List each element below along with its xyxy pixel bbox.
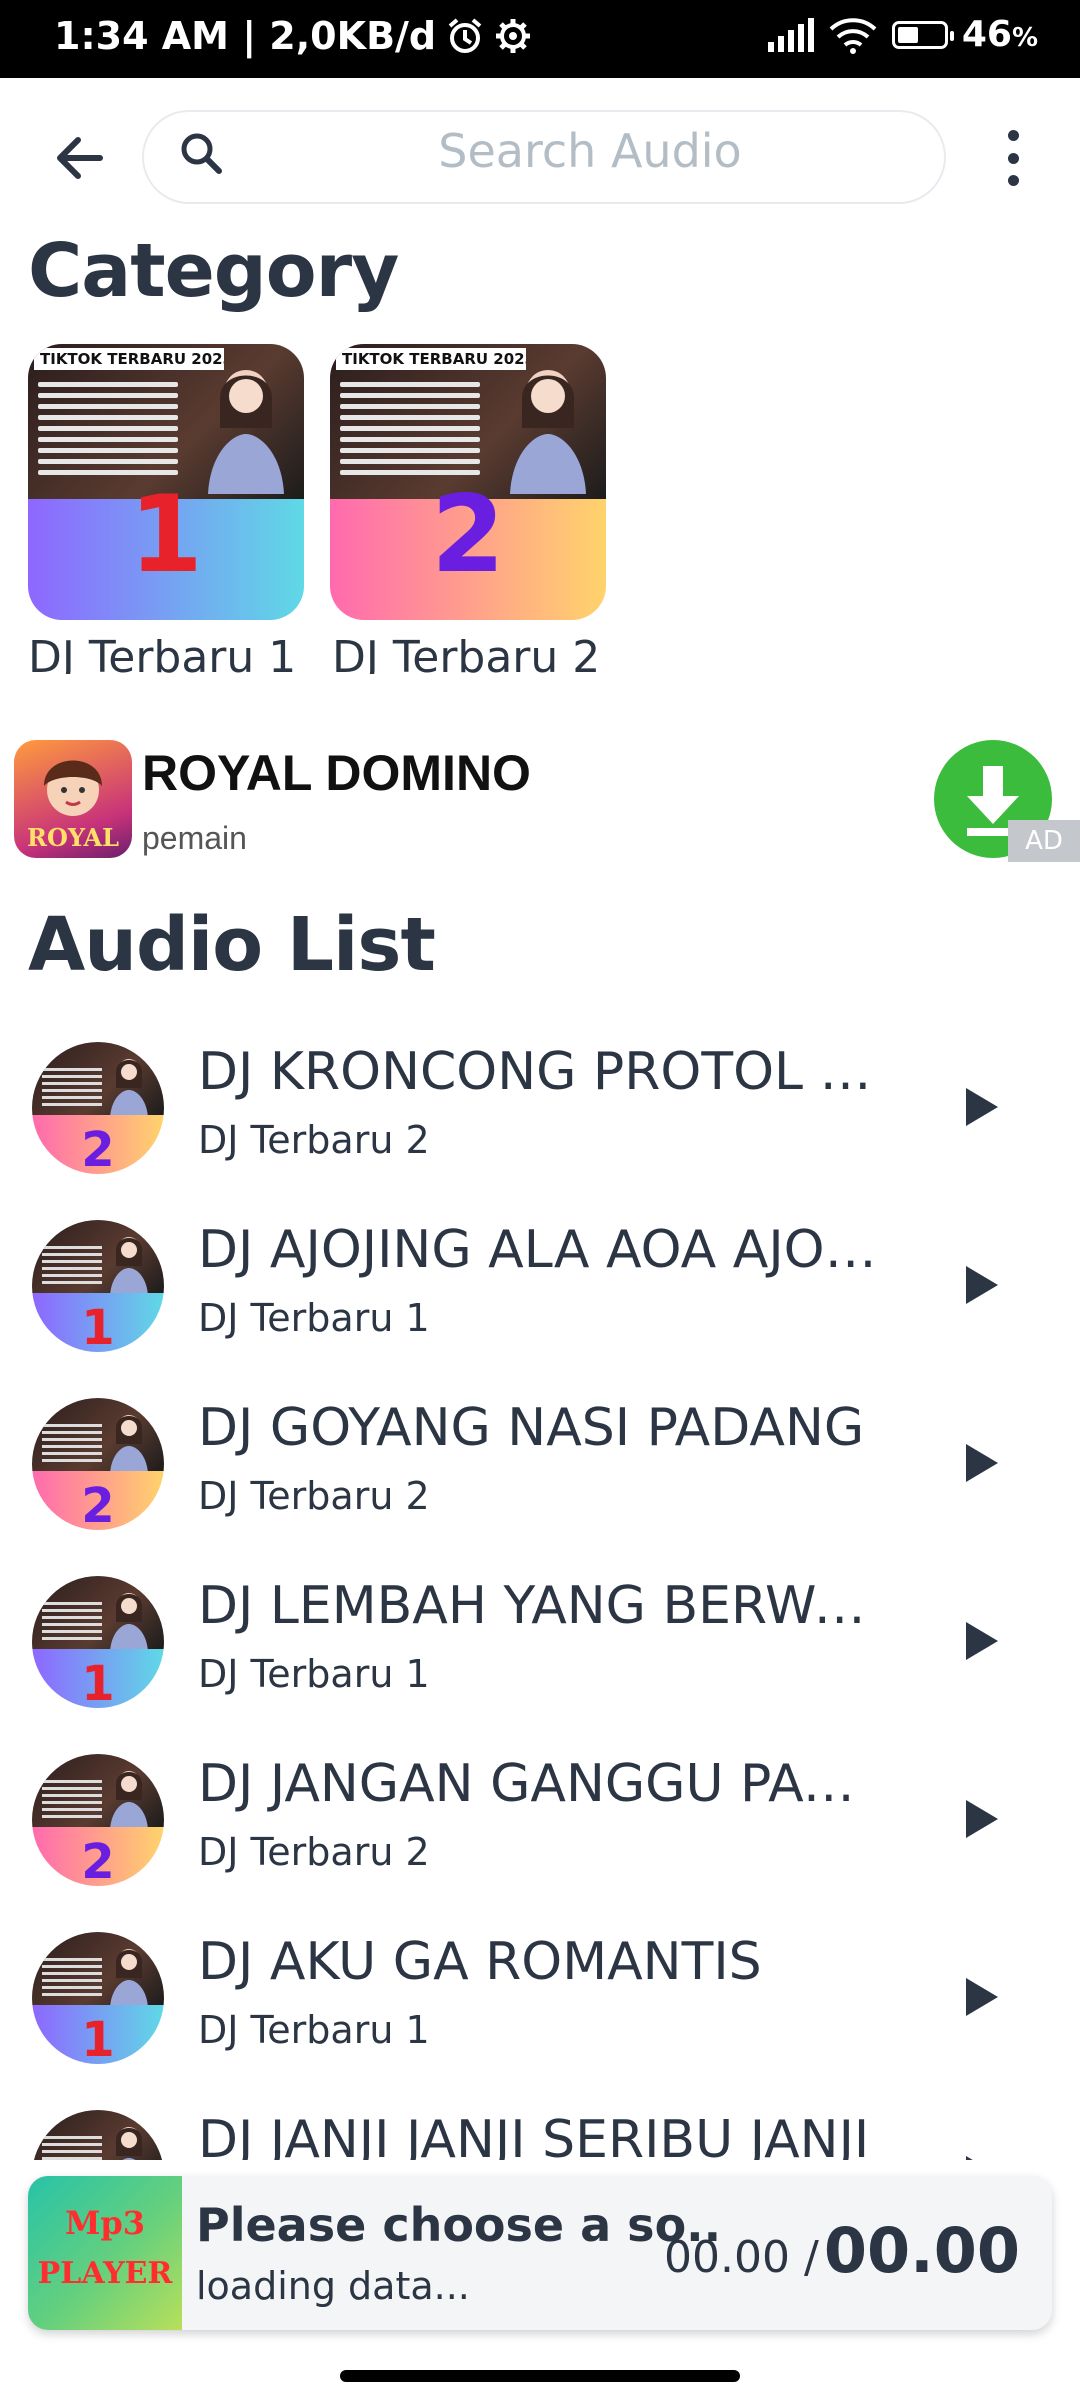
status-bar: 1:34 AM | 2,0KB/d 46% [0,0,1080,78]
audio-title: DJ LEMBAH YANG BERWARNA [198,1576,888,1636]
audio-thumbnail: 2 [32,1042,164,1174]
category-number: 2 [431,473,505,596]
current-time: 00.00 / [664,2232,819,2283]
audio-list-title: Audio List [28,902,436,988]
player-time: 00.00 / 00.00 [664,2214,1020,2287]
play-icon[interactable] [966,1978,998,2016]
mp3-player-logo: Mp3 PLAYER [28,2176,182,2330]
category-card-2[interactable]: TIKTOK TERBARU 2023 2 [330,344,606,620]
audio-thumbnail: 2 [32,1398,164,1530]
back-arrow-icon[interactable] [50,128,110,188]
player-title: Please choose a so.. [196,2198,722,2252]
audio-list-item[interactable]: 1 DJ AJOJING ALA AOA AJOJING DJ Terbaru 1 [0,1178,1080,1356]
status-time: 1:34 AM | 2,0KB/d [54,14,437,58]
logo-line2: PLAYER [37,2256,173,2291]
play-icon[interactable] [966,1266,998,1304]
audio-title: DJ GOYANG NASI PADANG [198,1398,865,1458]
audio-title: DJ KRONCONG PROTOL X PIKIR KERI [198,1042,888,1102]
audio-list-item[interactable]: 2 DJ KRONCONG PROTOL X PIKIR KERI DJ Terba… [0,1000,1080,1178]
category-number: 1 [129,473,203,596]
category-title: Category [28,228,399,314]
audio-title: DJ JANGAN GANGGU PACARKU [198,1754,888,1814]
ad-app-icon[interactable]: ROYAL [14,740,132,858]
play-icon[interactable] [966,1444,998,1482]
play-icon[interactable] [966,1800,998,1838]
thumbnail-number: 2 [81,1478,115,1530]
audio-category: DJ Terbaru 2 [198,1830,430,1874]
thumbnail-number: 1 [81,1656,115,1708]
ad-subtitle: pemain [142,820,247,856]
wifi-icon [829,17,877,54]
thumb-title: TIKTOK TERBARU 2023 [336,348,526,370]
mini-player[interactable]: Mp3 PLAYER Please choose a so.. loading … [28,2176,1052,2330]
audio-thumbnail: 1 [32,1220,164,1352]
ad-icon-text: ROYAL [27,823,119,852]
status-right: 46% [767,14,1038,55]
settings-icon [496,19,531,53]
audio-category: DJ Terbaru 1 [198,1296,430,1340]
ad-badge: AD [1008,820,1080,862]
thumbnail-number: 2 [81,1122,115,1174]
status-left: 1:34 AM | 2,0KB/d [54,14,532,58]
thumbnail-number: 1 [81,2012,115,2064]
logo-line1: Mp3 [64,2204,146,2242]
audio-category: DJ Terbaru 2 [198,1474,430,1518]
audio-title: DJ AJOJING ALA AOA AJOJING [198,1220,888,1280]
search-icon [181,133,222,174]
audio-title: DJ AKU GA ROMANTIS [198,1932,762,1992]
player-status: loading data... [196,2264,470,2308]
play-icon[interactable] [966,1088,998,1126]
ad-title[interactable]: ROYAL DOMINO [142,744,531,802]
audio-category: DJ Terbaru 1 [198,1652,430,1696]
thumbnail-number: 2 [81,1834,115,1886]
thumbnail-number: 1 [81,1300,115,1352]
total-time: 00.00 [823,2214,1020,2287]
audio-list-item[interactable]: 1 DJ AKU GA ROMANTIS DJ Terbaru 1 [0,1890,1080,2068]
audio-category: DJ Terbaru 2 [198,1118,430,1162]
home-indicator[interactable] [340,2370,740,2382]
battery-icon [891,20,954,49]
audio-list-item[interactable]: 1 DJ LEMBAH YANG BERWARNA DJ Terbaru 1 [0,1534,1080,1712]
audio-thumbnail: 1 [32,1576,164,1708]
play-icon[interactable] [966,1622,998,1660]
audio-list-item[interactable]: 2 DJ JANGAN GANGGU PACARKU DJ Terbaru 2 [0,1712,1080,1890]
audio-list-item[interactable]: 2 DJ GOYANG NASI PADANG DJ Terbaru 2 [0,1356,1080,1534]
audio-category: DJ Terbaru 1 [198,2008,430,2052]
audio-thumbnail: 1 [32,1932,164,2064]
more-vert-icon[interactable] [1000,130,1026,186]
audio-thumbnail: 2 [32,1754,164,1886]
signal-icon [767,17,814,52]
battery-percent: 46% [961,14,1038,55]
thumb-title: TIKTOK TERBARU 2023 [34,348,224,370]
search-placeholder: Search Audio [438,124,742,178]
label-clip [0,674,1080,714]
category-card-1[interactable]: TIKTOK TERBARU 2023 1 [28,344,304,620]
alarm-icon [448,18,482,53]
